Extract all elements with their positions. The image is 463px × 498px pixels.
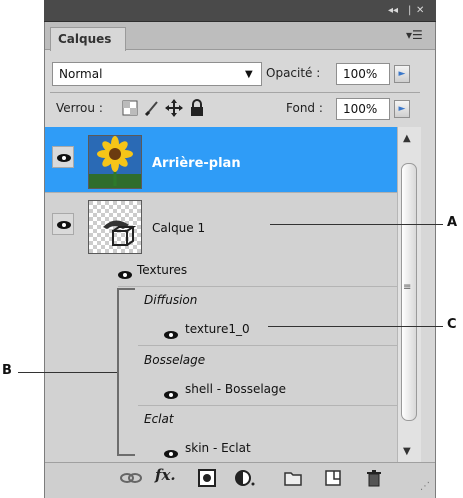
fx-icon[interactable]: fx. bbox=[155, 466, 176, 484]
blend-mode-select[interactable]: Normal ▼ bbox=[52, 62, 262, 86]
effect-item-texture[interactable]: texture1_0 bbox=[185, 322, 250, 336]
effect-item-shell[interactable]: shell - Bosselage bbox=[185, 382, 286, 396]
link-layers-icon[interactable] bbox=[120, 469, 142, 487]
callout-line-a bbox=[270, 224, 443, 225]
opacity-slider-button[interactable]: ► bbox=[394, 65, 410, 83]
new-layer-icon[interactable] bbox=[324, 469, 342, 487]
arrow-right-icon: ► bbox=[398, 69, 406, 79]
arrow-right-icon: ► bbox=[398, 104, 406, 114]
lock-image-pixels-icon[interactable] bbox=[143, 99, 161, 117]
effect-group-diffusion: Diffusion bbox=[144, 293, 198, 307]
callout-label-a: A bbox=[447, 215, 458, 230]
callout-label-c: C bbox=[447, 317, 457, 332]
callout-line-b bbox=[18, 372, 117, 373]
lock-position-icon[interactable] bbox=[165, 99, 183, 117]
transparent-3d-thumbnail bbox=[88, 200, 142, 254]
chevron-down-icon: ▼ bbox=[245, 69, 253, 80]
lock-all-icon[interactable] bbox=[188, 99, 206, 117]
folder-icon[interactable] bbox=[284, 469, 302, 487]
layer-name-background[interactable]: Arrière-plan bbox=[152, 156, 241, 171]
eye-icon[interactable] bbox=[163, 444, 179, 458]
divider bbox=[50, 92, 420, 93]
divider bbox=[138, 345, 397, 346]
visibility-toggle[interactable] bbox=[52, 213, 74, 235]
separator-icon: | bbox=[408, 5, 412, 16]
effect-group-eclat: Eclat bbox=[144, 412, 174, 426]
collapse-icon[interactable]: ◂◂ bbox=[388, 5, 398, 16]
effect-item-skin[interactable]: skin - Eclat bbox=[185, 441, 251, 455]
fill-input[interactable]: 100% bbox=[336, 98, 390, 120]
effect-group-bosselage: Bosselage bbox=[144, 353, 206, 367]
eye-icon[interactable] bbox=[163, 385, 179, 399]
adjustment-layer-icon[interactable] bbox=[234, 469, 255, 487]
lock-transparency-icon[interactable] bbox=[121, 99, 139, 117]
opacity-value: 100% bbox=[343, 67, 378, 81]
close-icon[interactable]: ✕ bbox=[416, 5, 424, 16]
scroll-up-icon[interactable]: ▲ bbox=[403, 133, 411, 144]
opacity-input[interactable]: 100% bbox=[336, 63, 390, 85]
fill-label: Fond : bbox=[286, 101, 323, 115]
callout-line-c bbox=[268, 326, 443, 327]
fill-slider-button[interactable]: ► bbox=[394, 100, 410, 118]
panel-titlebar: ◂◂ | ✕ bbox=[44, 0, 436, 22]
panel-menu-icon[interactable]: ▾☰ bbox=[406, 28, 423, 42]
fill-value: 100% bbox=[343, 102, 378, 116]
callout-label-b: B bbox=[2, 363, 12, 378]
divider bbox=[118, 286, 397, 287]
eye-icon[interactable] bbox=[163, 325, 179, 339]
divider bbox=[138, 405, 397, 406]
add-mask-icon[interactable] bbox=[198, 469, 216, 487]
sunflower-thumbnail bbox=[88, 135, 142, 189]
divider bbox=[45, 192, 397, 193]
effects-header-textures[interactable]: Textures bbox=[137, 263, 187, 277]
scroll-grip-icon: ≡ bbox=[403, 282, 412, 293]
eye-icon[interactable] bbox=[117, 265, 133, 279]
resize-grip-icon[interactable]: ⋰ bbox=[420, 481, 430, 492]
trash-icon[interactable] bbox=[365, 469, 383, 487]
layer-name-calque-1[interactable]: Calque 1 bbox=[152, 221, 205, 235]
visibility-toggle[interactable] bbox=[52, 146, 74, 168]
opacity-label: Opacité : bbox=[266, 66, 321, 80]
blend-mode-value: Normal bbox=[59, 67, 103, 81]
tab-layers[interactable]: Calques bbox=[50, 27, 126, 51]
scroll-down-icon[interactable]: ▼ bbox=[403, 446, 411, 457]
effects-bracket bbox=[117, 288, 135, 456]
lock-label: Verrou : bbox=[56, 101, 103, 115]
